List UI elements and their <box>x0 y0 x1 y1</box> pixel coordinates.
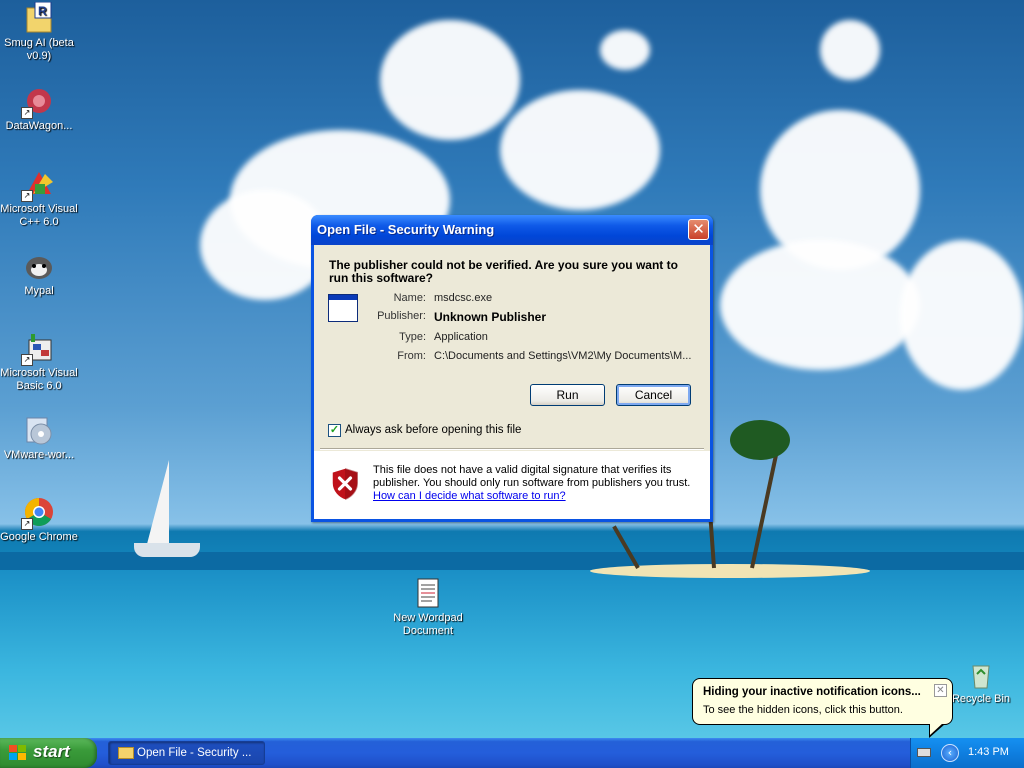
wallpaper-cloud <box>720 240 920 370</box>
recycle-bin-icon <box>965 658 997 690</box>
desktop-icon-label: Google Chrome <box>0 531 78 543</box>
desktop-icon-label: VMware-wor... <box>3 449 75 461</box>
desktop-icon-visual-basic[interactable]: ↗ Microsoft Visual Basic 6.0 <box>0 332 78 393</box>
wallpaper-cloud <box>500 90 660 210</box>
balloon-text: To see the hidden icons, click this butt… <box>703 704 903 716</box>
clock[interactable]: 1:43 PM <box>968 746 1009 758</box>
publisher-question: The publisher could not be verified. Are… <box>329 258 678 285</box>
folder-icon <box>118 747 134 759</box>
desktop-icon-mypal[interactable]: Mypal <box>0 250 78 298</box>
desktop-icon-smug-ai[interactable]: R Smug AI (beta v0.9) <box>0 1 78 63</box>
shortcut-arrow-icon: ↗ <box>21 107 33 119</box>
notification-balloon[interactable]: Hiding your inactive notification icons.… <box>692 678 953 725</box>
wallpaper-cloud <box>600 30 650 70</box>
type-label: Type: <box>399 331 426 343</box>
dialog-titlebar[interactable]: Open File - Security Warning ✕ <box>311 215 713 245</box>
mypal-icon <box>23 250 55 282</box>
datawagon-icon: ↗ <box>21 85 55 119</box>
taskbar: start Open File - Security ... ‹ 1:43 PM <box>0 738 1024 768</box>
close-icon: ✕ <box>936 685 945 696</box>
sailboat-hull <box>134 543 200 557</box>
info-row-publisher: Publisher: Unknown Publisher <box>374 310 704 326</box>
dialog-body: The publisher could not be verified. Are… <box>314 245 710 519</box>
vmware-icon <box>23 414 55 446</box>
info-row-type: Type: Application <box>374 331 704 347</box>
desktop-icon-label: New Wordpad Document <box>393 612 463 637</box>
application-window-icon <box>328 294 358 322</box>
wallpaper-cloud <box>820 20 880 80</box>
start-label: start <box>33 742 70 761</box>
desktop-icon-label: Microsoft Visual Basic 6.0 <box>0 367 78 392</box>
palm-tree-leaves <box>730 420 790 460</box>
desktop-icon-datawagon[interactable]: ↗ DataWagon... <box>0 85 78 133</box>
desktop-icon-label: Smug AI (beta v0.9) <box>4 37 74 62</box>
shortcut-arrow-icon: ↗ <box>21 518 33 530</box>
publisher-label: Publisher: <box>377 310 426 322</box>
visual-basic-icon: ↗ <box>21 332 55 366</box>
shortcut-arrow-icon: ↗ <box>21 190 33 202</box>
desktop-icon-vmware[interactable]: VMware-wor... <box>0 414 78 462</box>
desktop-icon-google-chrome[interactable]: ↗ Google Chrome <box>0 496 78 544</box>
start-button[interactable]: start <box>0 738 97 768</box>
chevron-left-icon: ‹ <box>947 746 953 759</box>
cancel-button[interactable]: Cancel <box>616 384 691 406</box>
wallpaper-cloud <box>380 20 520 140</box>
dialog-divider <box>320 448 704 450</box>
chrome-icon: ↗ <box>21 496 55 530</box>
keyboard-icon[interactable] <box>917 748 931 757</box>
from-value: C:\Documents and Settings\VM2\My Documen… <box>434 350 692 362</box>
taskbar-item-security-warning[interactable]: Open File - Security ... <box>108 741 265 765</box>
always-ask-label[interactable]: Always ask before opening this file <box>345 424 521 436</box>
desktop-icon-label: Recycle Bin <box>951 693 1011 705</box>
always-ask-checkbox[interactable]: ✓ <box>328 424 341 437</box>
warning-panel: This file does not have a valid digital … <box>314 451 710 519</box>
shortcut-arrow-icon: ↗ <box>21 354 33 366</box>
wordpad-document-icon <box>412 577 444 609</box>
from-label: From: <box>397 350 426 362</box>
security-warning-dialog: Open File - Security Warning ✕ The publi… <box>311 215 713 522</box>
security-shield-icon <box>330 467 360 501</box>
info-row-from: From: C:\Documents and Settings\VM2\My D… <box>374 350 704 366</box>
balloon-title: Hiding your inactive notification icons.… <box>703 686 921 698</box>
desktop-icon-label: Mypal <box>24 285 54 297</box>
show-hidden-icons-button[interactable]: ‹ <box>941 744 959 762</box>
close-icon: ✕ <box>692 220 705 238</box>
warning-message: This file does not have a valid digital … <box>373 464 703 503</box>
palm-tree-trunk <box>750 452 779 569</box>
wallpaper-island <box>590 564 870 578</box>
system-tray: ‹ 1:43 PM <box>910 738 1024 768</box>
desktop-icon-label: DataWagon... <box>5 120 73 132</box>
visual-cpp-icon: ↗ <box>21 168 55 202</box>
wallpaper-cloud <box>900 240 1024 390</box>
run-button[interactable]: Run <box>530 384 605 406</box>
balloon-close-button[interactable]: ✕ <box>934 684 947 697</box>
name-value: msdcsc.exe <box>434 292 493 304</box>
sailboat-sail <box>147 460 169 544</box>
taskbar-item-label: Open File - Security ... <box>137 747 252 759</box>
windows-logo-icon <box>9 745 27 761</box>
close-button[interactable]: ✕ <box>688 219 709 240</box>
document-r-icon: R <box>23 1 55 34</box>
svg-text:R: R <box>38 4 47 18</box>
warning-text: This file does not have a valid digital … <box>373 464 691 489</box>
type-value: Application <box>434 331 488 343</box>
help-link[interactable]: How can I decide what software to run? <box>373 490 566 502</box>
publisher-value: Unknown Publisher <box>434 310 547 324</box>
desktop-icon-wordpad-document[interactable]: New Wordpad Document <box>389 577 467 638</box>
desktop-icon-visual-cpp[interactable]: ↗ Microsoft Visual C++ 6.0 <box>0 168 78 229</box>
desktop-icon-label: Microsoft Visual C++ 6.0 <box>0 203 78 228</box>
name-label: Name: <box>393 292 426 304</box>
dialog-title: Open File - Security Warning <box>317 222 495 237</box>
info-row-name: Name: msdcsc.exe <box>374 292 704 308</box>
balloon-tail-fill <box>930 723 943 735</box>
